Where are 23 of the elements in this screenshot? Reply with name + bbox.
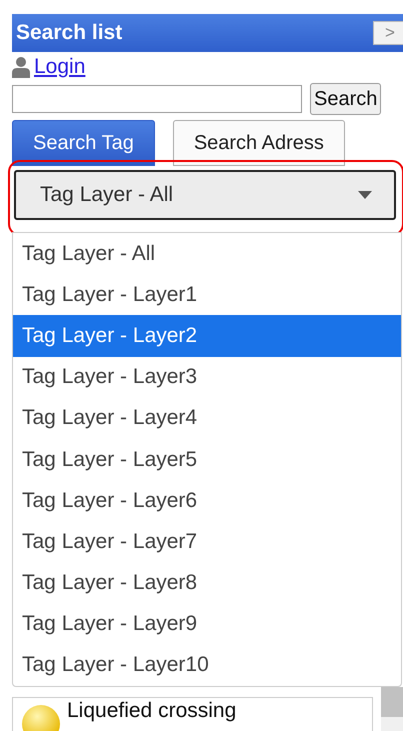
dropdown-option[interactable]: Tag Layer - Layer3	[13, 356, 401, 398]
dropdown-option[interactable]: Tag Layer - Layer4	[13, 398, 401, 439]
dropdown-option[interactable]: Tag Layer - Layer9	[13, 604, 401, 645]
dropdown-option[interactable]: Tag Layer - Layer10	[13, 644, 401, 686]
dropdown-option[interactable]: Tag Layer - Layer2	[13, 315, 401, 357]
dropdown-option[interactable]: Tag Layer - Layer8	[13, 562, 401, 604]
login-link[interactable]: Login	[34, 55, 86, 79]
caret-icon	[358, 191, 372, 199]
dropdown-option[interactable]: Tag Layer - Layer7	[13, 521, 401, 562]
tab[interactable]: Search Tag	[12, 120, 155, 166]
layer-select[interactable]: Tag Layer - All	[14, 170, 396, 220]
panel-title: Search list	[16, 21, 122, 45]
dropdown-option[interactable]: Tag Layer - Layer1	[13, 274, 401, 316]
search-field[interactable]	[12, 85, 302, 113]
dropdown-option[interactable]: Tag Layer - Layer6	[13, 480, 401, 522]
search-button[interactable]: Search	[310, 83, 382, 115]
scrollbar[interactable]	[381, 687, 403, 731]
dropdown-option[interactable]: Tag Layer - All	[13, 233, 401, 274]
user-icon	[12, 56, 30, 78]
tab[interactable]: Search Adress	[172, 120, 345, 166]
result-card[interactable]: Liquefied crossing	[12, 697, 373, 731]
dropdown-option[interactable]: Tag Layer - Layer5	[13, 438, 401, 480]
result-name: Liquefied crossing	[67, 700, 236, 722]
